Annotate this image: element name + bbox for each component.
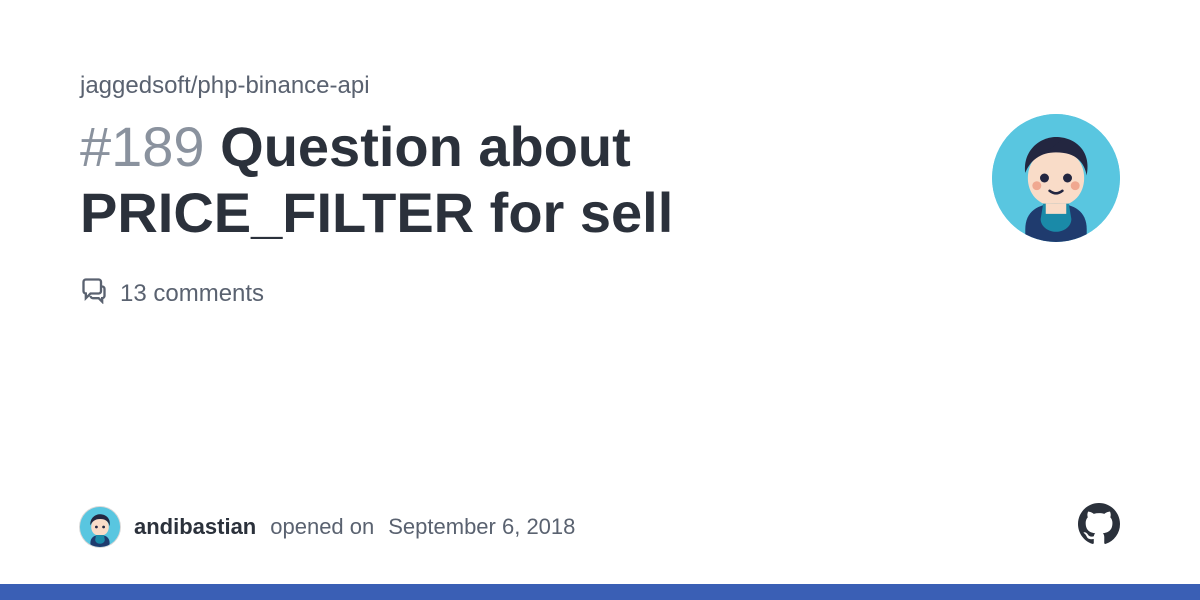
github-logo-icon[interactable]	[1078, 503, 1120, 550]
repo-path[interactable]: jaggedsoft/php-binance-api	[80, 72, 1120, 100]
author-block[interactable]: andibastian opened on September 6, 2018	[80, 507, 575, 547]
issue-number: #189	[80, 115, 205, 178]
opened-date: September 6, 2018	[388, 514, 575, 540]
accent-bar	[0, 584, 1200, 600]
footer: andibastian opened on September 6, 2018	[80, 503, 1120, 550]
author-avatar[interactable]	[80, 507, 120, 547]
opened-label: opened on	[270, 514, 374, 540]
issue-title[interactable]: #189 Question about PRICE_FILTER for sel…	[80, 114, 860, 246]
author-username[interactable]: andibastian	[134, 514, 256, 540]
comments-count[interactable]: 13 comments	[80, 276, 1120, 311]
comment-discussion-icon	[80, 276, 108, 311]
title-row: #189 Question about PRICE_FILTER for sel…	[80, 114, 1120, 246]
comments-text: 13 comments	[120, 280, 264, 308]
avatar[interactable]	[992, 114, 1120, 242]
issue-card: jaggedsoft/php-binance-api #189 Question…	[0, 0, 1200, 600]
